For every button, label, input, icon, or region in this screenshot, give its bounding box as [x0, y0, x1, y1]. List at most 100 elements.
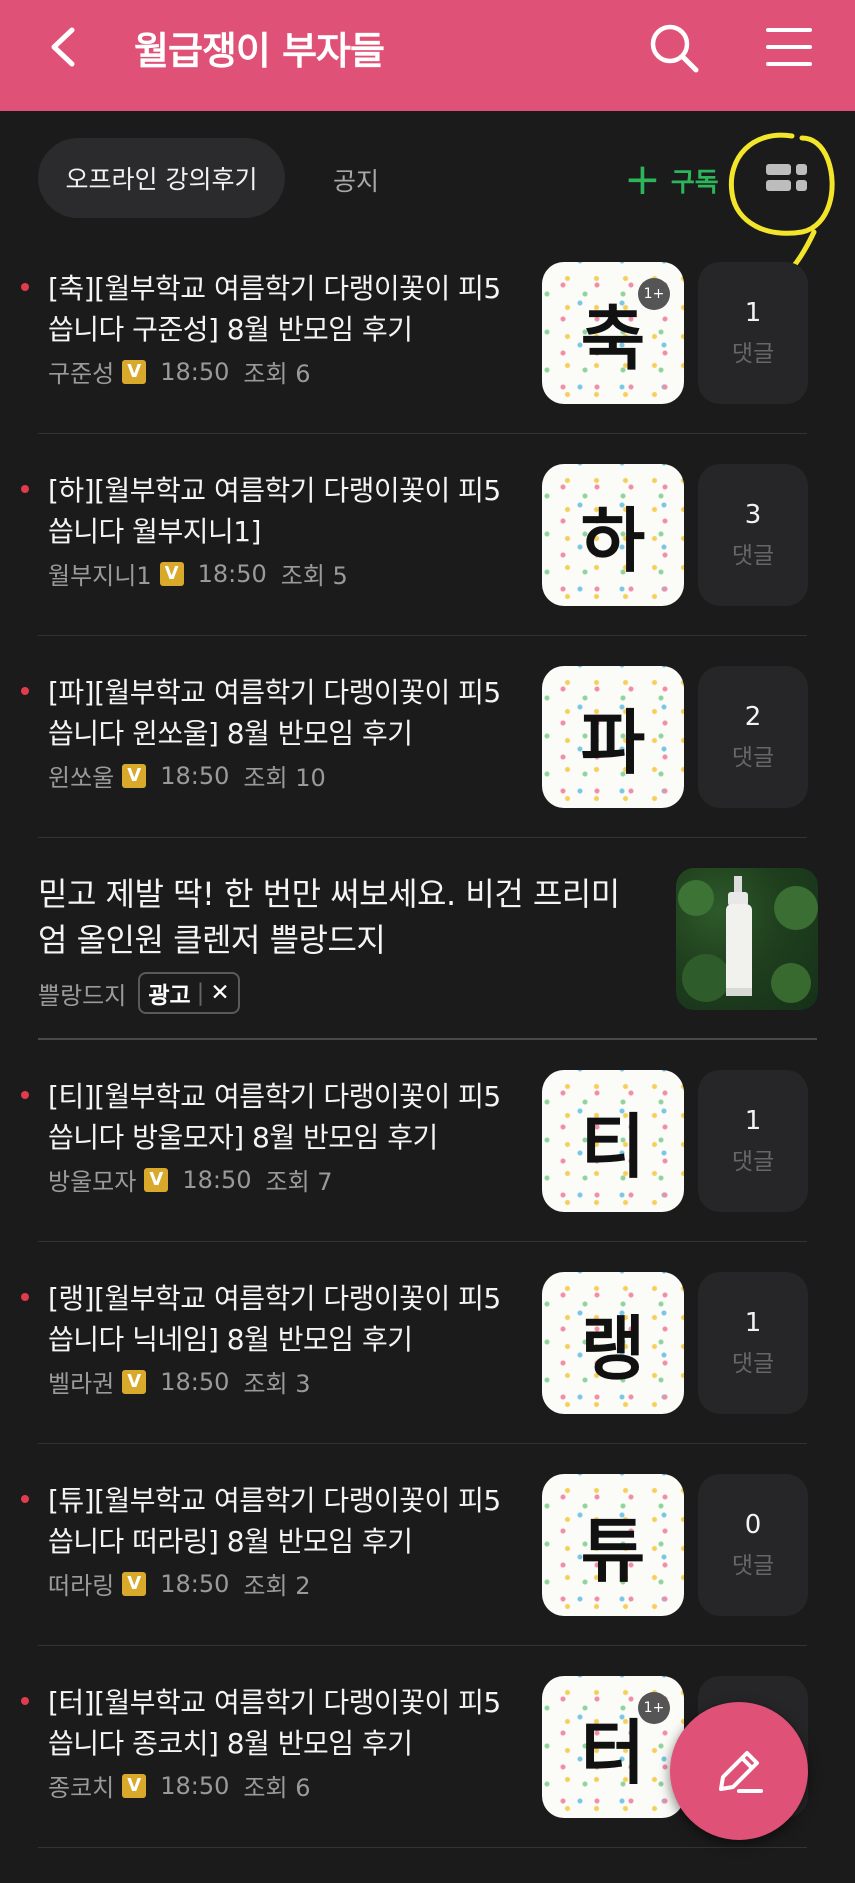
- post-time: 18:50: [160, 1367, 230, 1396]
- new-post-dot: [21, 1293, 29, 1301]
- post-views: 조회 5: [280, 562, 348, 590]
- post-meta: 월부지니1 V 18:50 조회 5: [48, 556, 348, 591]
- comment-count: 1: [744, 298, 762, 328]
- thumbnail-char: 하: [580, 499, 646, 582]
- verified-badge-icon: V: [144, 1167, 169, 1192]
- comment-count-box[interactable]: 1 댓글: [698, 1070, 808, 1212]
- post-thumbnail[interactable]: 랭: [542, 1272, 684, 1414]
- comment-count-box[interactable]: 2 댓글: [698, 666, 808, 808]
- ad-meta: 쁠랑드지 광고 | ✕: [38, 972, 240, 1014]
- comment-count-box[interactable]: 1 댓글: [698, 1272, 808, 1414]
- post-meta: 방울모자 V 18:50 조회 7: [48, 1162, 333, 1197]
- tab-offline-review[interactable]: 오프라인 강의후기: [38, 138, 285, 218]
- post-item[interactable]: [파][월부학교 여름학기 다랭이꽃이 피5씁니다 윈쏘울] 8월 반모임 후기…: [0, 636, 855, 838]
- app-bar: 월급쟁이 부자들: [0, 0, 855, 111]
- new-post-dot: [21, 485, 29, 493]
- ad-badge[interactable]: 광고 | ✕: [138, 972, 240, 1014]
- comment-count-box[interactable]: 3 댓글: [698, 464, 808, 606]
- new-post-dot: [21, 1091, 29, 1099]
- comment-count-box[interactable]: 0 댓글: [698, 1474, 808, 1616]
- post-views: 조회 3: [243, 1370, 311, 1398]
- post-views: 조회 2: [243, 1572, 311, 1600]
- post-author: 떠라링: [48, 1572, 115, 1600]
- subscribe-label: 구독: [670, 167, 719, 198]
- post-author: 종코치: [48, 1774, 115, 1802]
- tab-notice[interactable]: 공지: [333, 162, 379, 198]
- post-meta: 떠라링 V 18:50 조회 2: [48, 1566, 310, 1601]
- ad-image[interactable]: [676, 868, 818, 1010]
- verified-badge-icon: V: [122, 1571, 147, 1596]
- post-meta: 종코치 V 18:50 조회 6: [48, 1768, 310, 1803]
- comment-count-box[interactable]: 1 댓글: [698, 262, 808, 404]
- grid-view-icon: [766, 164, 807, 191]
- plus-icon: +: [624, 154, 661, 205]
- post-thumbnail[interactable]: 터 1+: [542, 1676, 684, 1818]
- comment-label: 댓글: [731, 1149, 775, 1175]
- post-author: 방울모자: [48, 1168, 137, 1196]
- menu-button[interactable]: [764, 24, 814, 70]
- back-button[interactable]: [42, 22, 92, 72]
- search-icon: [650, 24, 699, 73]
- comment-count: 3: [744, 500, 762, 530]
- divider: [38, 1847, 807, 1848]
- post-author: 윈쏘울: [48, 764, 115, 792]
- post-time: 18:50: [160, 761, 230, 790]
- thumbnail-char: 터: [580, 1711, 646, 1794]
- post-author: 벨라권: [48, 1370, 115, 1398]
- post-views: 조회 6: [243, 360, 311, 388]
- post-thumbnail[interactable]: 파: [542, 666, 684, 808]
- post-item[interactable]: [티][월부학교 여름학기 다랭이꽃이 피5씁니다 방울모자] 8월 반모임 후…: [0, 1040, 855, 1242]
- comment-label: 댓글: [731, 543, 775, 569]
- hamburger-menu-icon: [766, 28, 812, 66]
- post-title: [축][월부학교 여름학기 다랭이꽃이 피5씁니다 구준성] 8월 반모임 후기: [48, 272, 501, 346]
- comment-count: 0: [744, 1510, 762, 1540]
- post-author: 월부지니1: [48, 562, 152, 590]
- post-views: 조회 7: [265, 1168, 333, 1196]
- comment-label: 댓글: [731, 1351, 775, 1377]
- post-views: 조회 6: [243, 1774, 311, 1802]
- post-thumbnail[interactable]: 티: [542, 1070, 684, 1212]
- verified-badge-icon: V: [122, 763, 147, 788]
- post-thumbnail[interactable]: 하: [542, 464, 684, 606]
- post-time: 18:50: [197, 559, 267, 588]
- thumbnail-char: 랭: [580, 1307, 646, 1390]
- write-post-button[interactable]: [670, 1702, 808, 1840]
- comment-label: 댓글: [731, 745, 775, 771]
- post-time: 18:50: [182, 1165, 252, 1194]
- new-post-dot: [21, 1495, 29, 1503]
- post-title: [파][월부학교 여름학기 다랭이꽃이 피5씁니다 윈쏘울] 8월 반모임 후기: [48, 676, 501, 750]
- product-bottle-image: [678, 876, 818, 1003]
- ad-item[interactable]: 믿고 제발 딱! 한 번만 써보세요. 비건 프리미엄 올인원 클렌저 쁠랑드지…: [0, 838, 855, 1040]
- post-time: 18:50: [160, 1569, 230, 1598]
- new-post-dot: [21, 687, 29, 695]
- comment-label: 댓글: [731, 1553, 775, 1579]
- thumbnail-char: 축: [580, 297, 646, 380]
- post-meta: 윈쏘울 V 18:50 조회 10: [48, 758, 326, 793]
- verified-badge-icon: V: [159, 561, 184, 586]
- post-author: 구준성: [48, 360, 115, 388]
- post-item[interactable]: [하][월부학교 여름학기 다랭이꽃이 피5씁니다 월부지니1] 월부지니1 V…: [0, 434, 855, 636]
- post-meta: 벨라권 V 18:50 조회 3: [48, 1364, 310, 1399]
- post-item[interactable]: [튜][월부학교 여름학기 다랭이꽃이 피5씁니다 떠라링] 8월 반모임 후기…: [0, 1444, 855, 1646]
- post-thumbnail[interactable]: 튜: [542, 1474, 684, 1616]
- view-toggle-button[interactable]: [766, 163, 808, 193]
- ad-badge-separator: |: [196, 980, 205, 1006]
- post-time: 18:50: [160, 1771, 230, 1800]
- post-meta: 구준성 V 18:50 조회 6: [48, 354, 310, 389]
- post-title: [랭][월부학교 여름학기 다랭이꽃이 피5씁니다 닉네임] 8월 반모임 후기: [48, 1282, 501, 1356]
- verified-badge-icon: V: [122, 359, 147, 384]
- thumbnail-char: 티: [580, 1105, 646, 1188]
- search-button[interactable]: [648, 22, 700, 74]
- thumbnail-char: 튜: [580, 1509, 646, 1592]
- subscribe-button[interactable]: + 구독: [624, 158, 719, 202]
- close-icon[interactable]: ✕: [210, 980, 229, 1006]
- post-item[interactable]: [축][월부학교 여름학기 다랭이꽃이 피5씁니다 구준성] 8월 반모임 후기…: [0, 232, 855, 434]
- post-thumbnail[interactable]: 축 1+: [542, 262, 684, 404]
- back-arrow-icon: [51, 27, 75, 67]
- comment-count: 1: [744, 1308, 762, 1338]
- post-views: 조회 10: [243, 764, 326, 792]
- post-title: [터][월부학교 여름학기 다랭이꽃이 피5씁니다 종코치] 8월 반모임 후기: [48, 1686, 501, 1760]
- comment-count: 1: [744, 1106, 762, 1136]
- verified-badge-icon: V: [122, 1773, 147, 1798]
- post-item[interactable]: [랭][월부학교 여름학기 다랭이꽃이 피5씁니다 닉네임] 8월 반모임 후기…: [0, 1242, 855, 1444]
